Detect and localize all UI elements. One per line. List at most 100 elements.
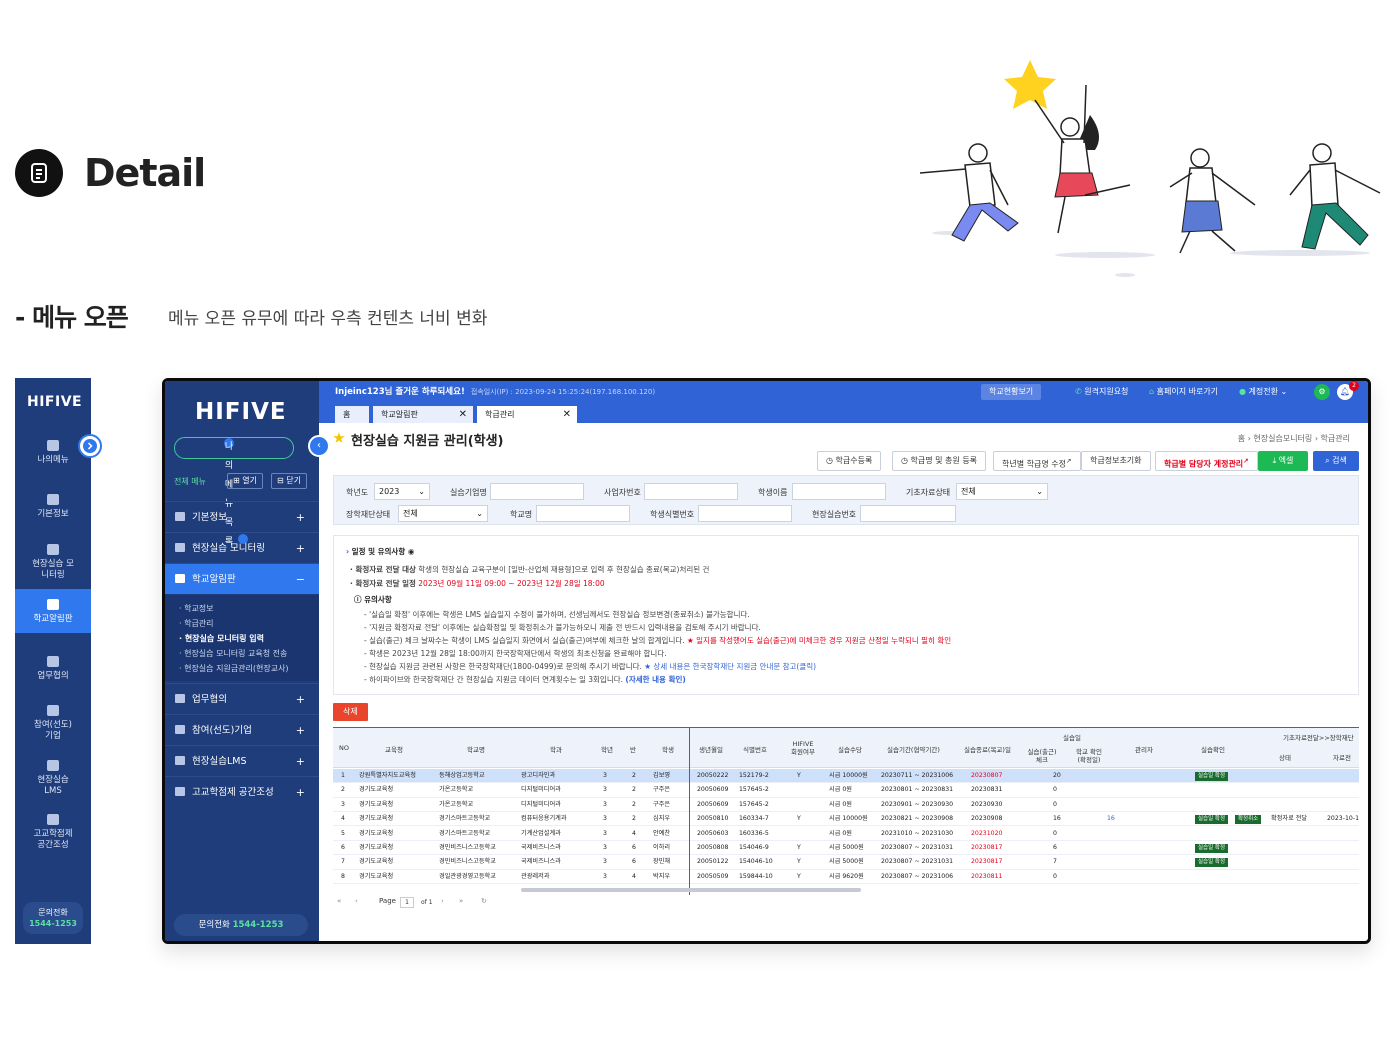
remote-support-link[interactable]: ✆ 원격지원요청 (1075, 384, 1128, 400)
table-row[interactable]: 7 경기도교육청 경민비즈니스고등학교 국제비즈니스과 3 6 장민채 20050122 154… (333, 855, 1359, 870)
submenu-school-info[interactable]: · 학교정보 (179, 601, 214, 616)
pager-last-icon[interactable]: » (459, 897, 463, 905)
delete-button[interactable]: 삭제 (333, 703, 368, 721)
menu-work[interactable]: 업무협의 + (165, 683, 319, 714)
submenu-monitoring-send[interactable]: · 현장실습 모니터링 교육청 전송 (179, 646, 287, 661)
badge-1[interactable]: 확정취소 (1235, 815, 1262, 825)
class-reset-button[interactable]: 학급정보초기화 (1081, 451, 1151, 471)
tab-class-manage[interactable]: 학급관리 ✕ (477, 406, 577, 423)
company-input[interactable] (490, 483, 584, 500)
phone-icon: ✆ (1075, 387, 1085, 396)
search-button[interactable]: ⌕ 검색 (1313, 451, 1359, 471)
submenu-monitoring-input[interactable]: · 현장실습 모니터링 입력 (179, 631, 264, 646)
table-row[interactable]: 5 경기도교육청 경기스마트고등학교 기계산업설계과 3 4 안예찬 20050603 1603… (333, 827, 1359, 841)
cell-period: 20230901 ~ 20230930 (881, 800, 954, 808)
cell-no: 2 (341, 786, 345, 794)
frozen-column-divider (689, 728, 690, 895)
table-row[interactable]: 4 경기도교육청 경기스마트고등학교 컴퓨터응용기계과 3 2 심지우 20050810 160… (333, 812, 1359, 827)
submenu-subsidy-manage[interactable]: · 현장실습 지원금관리(현장교사) (179, 661, 289, 676)
class-name-register-button[interactable]: ◷ 학급명 및 총원 등록 (892, 451, 987, 471)
cell-date: 2023-10-1 (1327, 815, 1359, 823)
cell-id: 154046-9 (739, 844, 769, 851)
pager-prev-icon[interactable]: ‹ (355, 897, 358, 905)
mini-item-work[interactable]: 업무협의 (15, 656, 91, 682)
badge-0[interactable]: 실습일 확정 (1195, 772, 1229, 781)
sidebar-expand-button[interactable] (78, 434, 102, 458)
chart-icon (47, 760, 59, 771)
all-menu-label: 전체 메뉴 (174, 477, 206, 486)
mini-call-box[interactable]: 문의전화 1544-1253 (23, 902, 83, 934)
menu-lms[interactable]: 현장실습LMS + (165, 745, 319, 776)
detail-link[interactable]: (자세한 내용 확인) (625, 675, 685, 684)
cell-pay: 시급 10000원 (829, 772, 868, 779)
practice-no-input[interactable] (860, 505, 956, 522)
favorite-star-icon[interactable] (333, 432, 345, 443)
homepage-link[interactable]: ⌂ 홈페이지 바로가기 (1149, 384, 1218, 400)
table-row[interactable]: 6 경기도교육청 경민비즈니스고등학교 국제비즈니스과 3 6 이하리 20050808 154… (333, 841, 1359, 856)
mini-item-monitoring[interactable]: 현장실습 모니터링 (15, 544, 91, 581)
close-icon[interactable]: ✕ (459, 406, 467, 423)
close-all-button[interactable]: ⊟ 닫기 (271, 473, 307, 489)
school-name-input[interactable] (536, 505, 630, 522)
close-icon[interactable]: ✕ (563, 406, 571, 423)
cell-birth: 20050609 (697, 800, 729, 808)
menu-monitoring[interactable]: 현장실습 모니터링 + (165, 532, 319, 563)
pager-page-input[interactable]: 1 (400, 897, 414, 908)
board-icon (175, 574, 185, 583)
table-row[interactable]: 1 강원특별자치도교육청 동해상업고등학교 광고디자인과 3 2 김보영 20050222 15… (333, 769, 1359, 784)
bizno-input[interactable] (644, 483, 738, 500)
pager-next-icon[interactable]: › (441, 897, 444, 905)
my-menu-button[interactable]: 나의메뉴 목록 (174, 437, 294, 547)
cell-office: 강원특별자치도교육청 (359, 772, 416, 779)
settings-icon[interactable]: ⚙ (1314, 384, 1330, 400)
student-name-input[interactable] (792, 483, 886, 500)
menu-company[interactable]: 참여(선도)기업 + (165, 714, 319, 745)
scholar-status-select[interactable]: 전체 ⌄ (398, 505, 488, 522)
cell-pay: 시급 5000원 (829, 844, 864, 851)
basic-status-select[interactable]: 전체 ⌄ (956, 483, 1048, 500)
tab-school-board[interactable]: 학교알림판 ✕ (373, 406, 473, 423)
tab-home[interactable]: 홈 (335, 406, 369, 423)
mini-item-board[interactable]: 학교알림판 (15, 589, 91, 633)
grade-class-edit-button[interactable]: 학년별 학급명 수정↗ (993, 451, 1081, 471)
menu-space[interactable]: 고교학점제 공간조성 + (165, 776, 319, 807)
briefcase-icon (175, 694, 185, 703)
table-row[interactable]: 3 경기도교육청 가온고등학교 디지털미디어과 3 2 구주은 20050609 157645-… (333, 798, 1359, 813)
mini-item-company[interactable]: 참여(선도) 기업 (15, 705, 91, 742)
class-count-register-button[interactable]: ◷ 학급수등록 (817, 451, 882, 471)
menu-school-board[interactable]: 학교알림판 − (165, 563, 319, 594)
cell-cls: 6 (632, 844, 636, 851)
mini-item-lms[interactable]: 현장실습 LMS (15, 760, 91, 797)
submenu-class-manage[interactable]: · 학급관리 (179, 616, 214, 631)
scholarship-guide-link[interactable]: ★ 상세 내용은 한국장학재단 지원금 안내문 참고(클릭) (644, 662, 816, 671)
pager-first-icon[interactable]: « (337, 897, 341, 905)
account-switch-button[interactable]: ● 계정전환 ⌄ (1239, 384, 1287, 400)
badge-0[interactable]: 실습일 확정 (1195, 858, 1229, 868)
class-manager-account-button[interactable]: 학급별 담당자 계정관리↗ (1155, 451, 1258, 471)
cell-grade: 3 (603, 829, 607, 837)
horizontal-scrollbar[interactable] (521, 888, 861, 892)
cell-school: 가온고등학교 (439, 786, 474, 794)
refresh-icon[interactable]: ↻ (481, 897, 487, 905)
year-select[interactable]: 2023 ⌄ (374, 483, 430, 500)
excel-button[interactable]: ⤓ 엑셀 (1258, 451, 1308, 471)
pager-page-label: Page (379, 897, 396, 905)
call-bar[interactable]: 문의전화 1544-1253 (174, 914, 308, 936)
menu-basic-info[interactable]: 기본정보 + (165, 501, 319, 532)
building-icon (175, 725, 185, 734)
cell-end: 20230930 (971, 800, 1003, 808)
table-row[interactable]: 8 경기도교육청 경일관광경영고등학교 관광레저과 3 4 박지우 20050509 15984… (333, 870, 1359, 885)
badge-0[interactable]: 실습일 확정 (1195, 815, 1229, 825)
school-view-button[interactable]: 학교현황보기 (981, 384, 1042, 400)
mini-item-basic[interactable]: 기본정보 (15, 494, 91, 520)
sidebar-collapse-button[interactable]: ‹ (308, 435, 330, 457)
table-row[interactable]: 2 경기도교육청 가온고등학교 디지털미디어과 3 2 구주은 20050609 157645-… (333, 783, 1359, 798)
notice-title[interactable]: › 일정 및 유의사항 ◉ (346, 546, 414, 557)
cell-grade: 3 (603, 858, 607, 866)
app-logo[interactable]: HIFIVE (195, 399, 287, 425)
badge-0[interactable]: 실습일 확정 (1195, 844, 1229, 853)
top-bar: Injeinc123님 즐거운 하루되세요! 접속일시(IP) : 2023-09… (319, 381, 1368, 403)
student-id-input[interactable] (698, 505, 792, 522)
open-all-button[interactable]: ⊞ 열기 (227, 473, 263, 489)
mini-item-space[interactable]: 고교학점제 공간조성 (15, 814, 91, 851)
